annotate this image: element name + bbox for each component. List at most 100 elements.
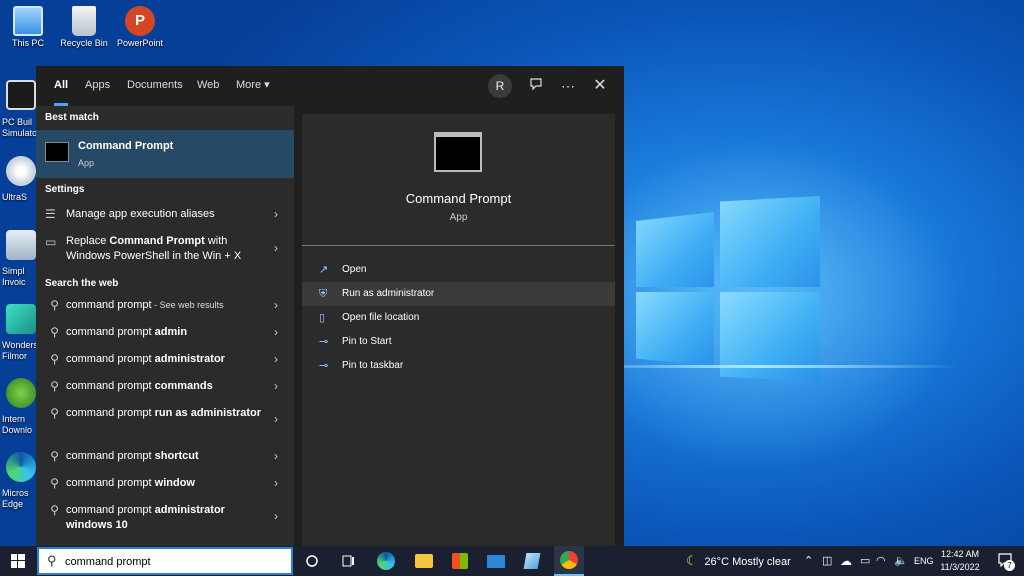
pin-icon: ⊸ — [319, 360, 329, 372]
web-search-item[interactable]: ⚲ command prompt run as administrator › — [36, 402, 294, 436]
task-view-button[interactable] — [334, 546, 362, 576]
tab-label: More — [236, 79, 262, 91]
desktop-icon-label: This PC — [11, 38, 44, 48]
desktop-icon-recycle-bin[interactable]: Recycle Bin — [56, 6, 112, 49]
web-search-label: command prompt administrator — [66, 353, 225, 365]
start-button[interactable] — [0, 546, 36, 576]
taskbar-file-explorer[interactable] — [410, 546, 438, 576]
web-search-item[interactable]: ⚲ command prompt commands › — [36, 375, 294, 397]
best-match-command-prompt[interactable]: Command Prompt App — [36, 130, 294, 178]
more-options-icon[interactable]: ⋯ — [556, 74, 580, 98]
web-search-item[interactable]: ⚲ command prompt admin › — [36, 321, 294, 343]
windows-logo-pane-bl — [636, 292, 714, 366]
settings-item-label: Replace Command Prompt with Windows Powe… — [66, 235, 242, 262]
tab-apps[interactable]: Apps — [85, 66, 110, 106]
best-match-subtitle: App — [78, 158, 95, 168]
chevron-down-icon: ▾ — [264, 79, 270, 91]
web-search-label: command prompt window — [66, 477, 195, 489]
search-results-list: Best match Command Prompt App Settings ☰… — [36, 106, 294, 546]
search-icon: ⚲ — [50, 352, 59, 366]
search-icon: ⚲ — [50, 476, 59, 490]
wondershare-filmora-icon — [6, 304, 36, 334]
web-search-item[interactable]: ⚲ command prompt shortcut › — [36, 445, 294, 467]
close-icon[interactable]: ✕ — [588, 74, 612, 98]
settings-item-manage-aliases[interactable]: ☰ Manage app execution aliases › — [36, 204, 294, 226]
search-icon: ⚲ — [50, 503, 59, 517]
best-match-title: Command Prompt — [78, 140, 174, 152]
internet-download-manager-icon — [6, 378, 36, 408]
battery-icon[interactable]: ▭ — [860, 546, 870, 576]
desktop-icon-this-pc[interactable]: This PC — [0, 6, 56, 49]
desktop-icon-label: PC Buil Simulato — [2, 117, 36, 138]
cortana-button[interactable] — [298, 546, 326, 576]
powerpoint-icon: P — [125, 6, 155, 36]
pin-icon: ⊸ — [319, 336, 329, 348]
action-open-file-location[interactable]: ▯ Open file location — [302, 306, 615, 330]
desktop-icon-label: Recycle Bin — [60, 38, 108, 48]
chevron-right-icon: › — [274, 298, 278, 312]
tab-web[interactable]: Web — [197, 66, 219, 106]
taskbar-search-box[interactable]: ⚲ — [37, 547, 293, 575]
action-label: Open file location — [342, 312, 420, 323]
language-indicator[interactable]: ENG — [914, 546, 934, 576]
action-label: Open — [342, 264, 367, 275]
microsoft-store-icon — [452, 553, 468, 569]
desktop-icon-powerpoint[interactable]: P PowerPoint — [112, 6, 168, 49]
web-search-label: command prompt run as administrator — [66, 407, 262, 419]
this-pc-icon — [13, 6, 43, 36]
avatar[interactable]: R — [488, 74, 512, 98]
action-open[interactable]: ↗ Open — [302, 258, 615, 282]
search-input[interactable] — [65, 552, 285, 572]
taskbar-mail[interactable] — [482, 546, 510, 576]
section-heading-best-match: Best match — [45, 112, 99, 123]
taskbar-edge[interactable] — [372, 546, 400, 576]
tab-documents[interactable]: Documents — [127, 66, 183, 106]
action-pin-to-start[interactable]: ⊸ Pin to Start — [302, 330, 615, 354]
web-search-item[interactable]: ⚲ command prompt administrator › — [36, 348, 294, 370]
action-label: Pin to taskbar — [342, 360, 404, 371]
taskbar-chrome[interactable] — [554, 546, 584, 576]
taskbar-store[interactable] — [446, 546, 474, 576]
action-label: Run as administrator — [342, 288, 435, 299]
clock-date: 11/3/2022 — [940, 562, 980, 572]
web-search-item[interactable]: ⚲ command prompt - See web results › — [36, 294, 294, 316]
web-search-label: command prompt commands — [66, 380, 213, 392]
cortana-circle-icon — [306, 555, 318, 567]
section-heading-settings: Settings — [45, 184, 85, 195]
web-search-label: command prompt shortcut — [66, 450, 199, 462]
volume-icon[interactable]: 🔈 — [894, 546, 908, 576]
folder-icon: ▯ — [319, 312, 326, 324]
chevron-right-icon: › — [274, 509, 278, 523]
taskbar-notes-app[interactable] — [518, 546, 546, 576]
settings-item-replace-powershell[interactable]: ▭ Replace Command Prompt with Windows Po… — [36, 232, 294, 266]
tab-label: All — [54, 79, 69, 91]
desktop-icon-label: UltraS — [2, 192, 28, 202]
action-center-button[interactable]: 7 — [990, 546, 1020, 576]
settings-item-label: Manage app execution aliases — [66, 208, 215, 220]
web-search-item[interactable]: ⚲ command prompt window › — [36, 472, 294, 494]
onedrive-cloud-icon[interactable]: ☁ — [840, 546, 852, 576]
ultraiso-icon — [6, 156, 36, 186]
microsoft-edge-icon — [377, 552, 395, 570]
action-pin-to-taskbar[interactable]: ⊸ Pin to taskbar — [302, 354, 615, 378]
feedback-icon[interactable] — [524, 74, 548, 98]
action-run-as-administrator[interactable]: ⛨ Run as administrator — [302, 282, 615, 306]
meet-now-icon[interactable]: ◫ — [822, 546, 832, 576]
desktop-icon-label: Micros Edge — [2, 488, 29, 509]
action-label: Pin to Start — [342, 336, 392, 347]
show-hidden-icons-chevron-up-icon[interactable]: ⌃ — [804, 546, 813, 576]
chevron-right-icon: › — [274, 352, 278, 366]
chevron-right-icon: › — [274, 412, 278, 426]
weather-widget[interactable]: ☾ 26°C Mostly clear — [686, 546, 791, 576]
web-search-item[interactable]: ⚲ command prompt administrator windows 10… — [36, 499, 294, 533]
command-prompt-icon — [45, 142, 69, 162]
tab-more[interactable]: More ▾ — [236, 66, 270, 106]
clock[interactable]: 12:42 AM 11/3/2022 — [936, 548, 984, 574]
search-icon: ⚲ — [50, 406, 59, 420]
wifi-icon[interactable]: ◠ — [876, 546, 886, 576]
tab-all[interactable]: All — [54, 66, 69, 106]
preview-subtitle: App — [449, 212, 468, 223]
open-icon: ↗ — [319, 264, 329, 276]
preview-divider — [302, 245, 615, 246]
windows-logo-icon — [11, 554, 25, 568]
